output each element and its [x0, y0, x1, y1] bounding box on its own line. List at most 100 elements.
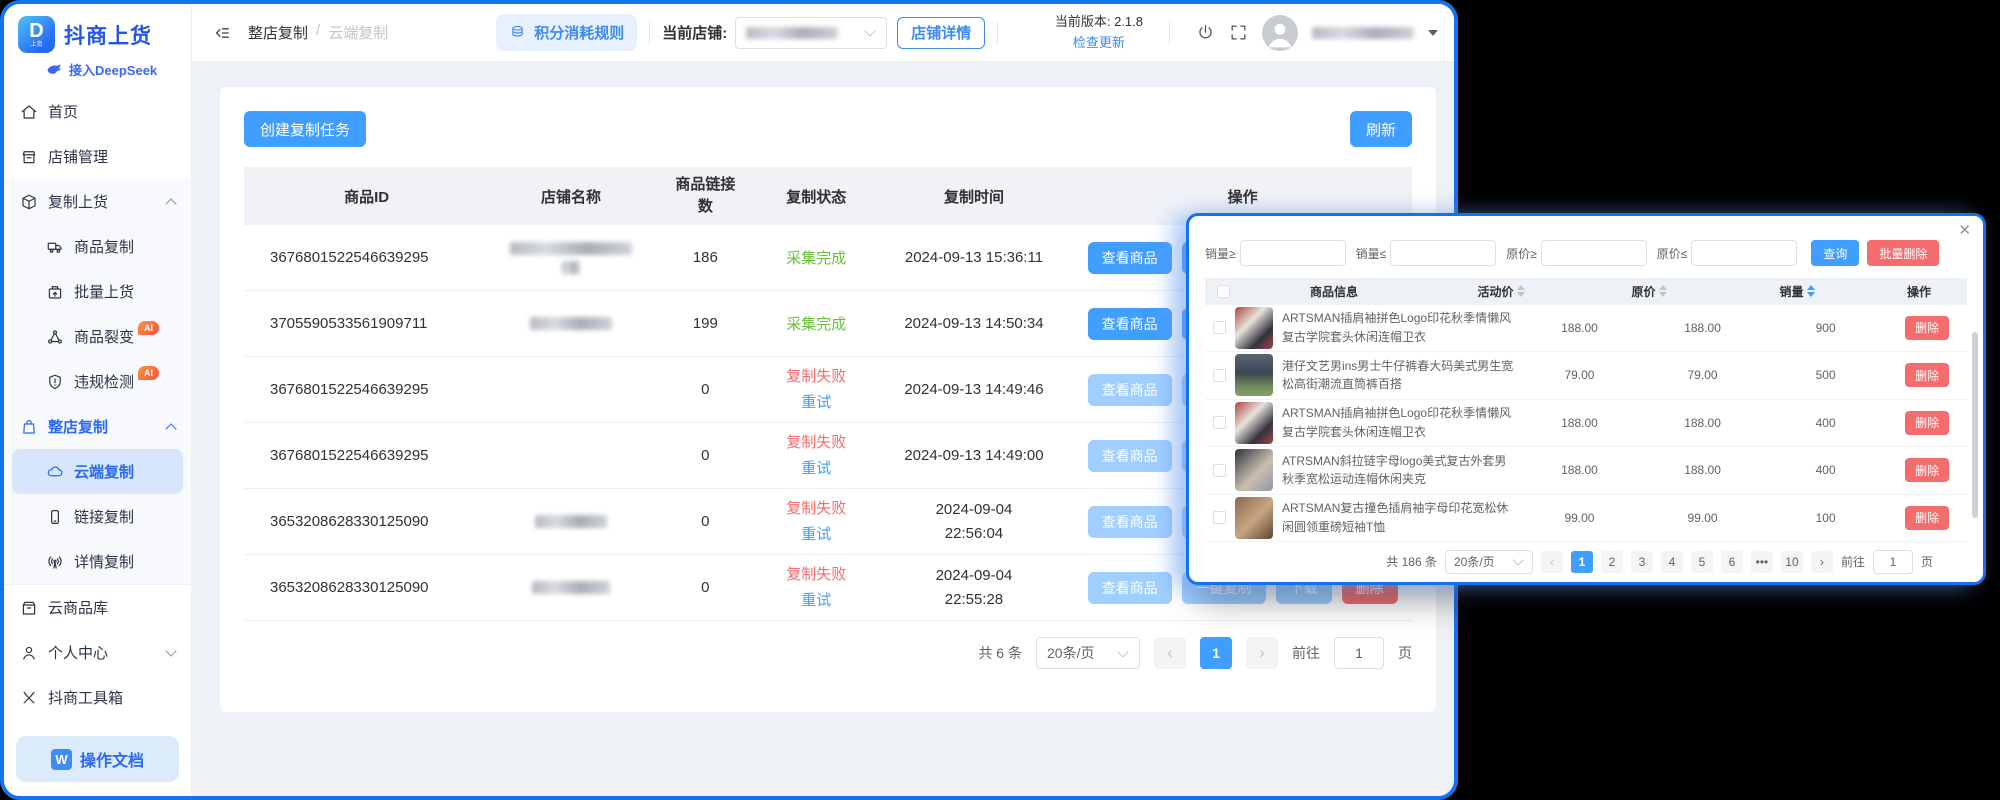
- col-link-count: 商品链接数: [653, 174, 758, 219]
- sidebar-item-whole-store-copy[interactable]: 整店复制: [4, 404, 191, 449]
- sidebar-item-link-copy[interactable]: 链接复制: [4, 494, 191, 539]
- create-copy-task-button[interactable]: 创建复制任务: [244, 111, 366, 147]
- page-number[interactable]: 1: [1571, 551, 1593, 573]
- next-page-button[interactable]: ›: [1246, 637, 1278, 669]
- price-max-input[interactable]: [1691, 240, 1797, 266]
- breadcrumb-whole-store-copy[interactable]: 整店复制: [248, 22, 308, 43]
- page-number[interactable]: 1: [1200, 637, 1232, 669]
- power-icon[interactable]: [1196, 23, 1215, 42]
- whole-store-copy-group: 整店复制 云端复制 链接复制 详情复制: [4, 404, 191, 585]
- retry-link[interactable]: 重试: [801, 456, 831, 482]
- chevron-down-icon: [865, 25, 876, 36]
- network-icon: [46, 328, 64, 346]
- retry-link[interactable]: 重试: [801, 588, 831, 614]
- page-number[interactable]: 3: [1631, 551, 1653, 573]
- sidebar-item-cloud-warehouse[interactable]: 云商品库: [4, 585, 191, 630]
- goto-page-input[interactable]: [1334, 637, 1384, 669]
- sidebar-item-home[interactable]: 首页: [4, 89, 191, 134]
- goto-page-input[interactable]: [1873, 550, 1913, 574]
- sidebar-item-toolbox[interactable]: 抖商工具箱: [4, 675, 191, 720]
- shop-select[interactable]: [735, 17, 887, 49]
- view-products-button[interactable]: 查看商品: [1088, 308, 1172, 340]
- retry-link[interactable]: 重试: [801, 390, 831, 416]
- delete-button[interactable]: 删除: [1905, 363, 1949, 387]
- sales-max-input[interactable]: [1390, 240, 1496, 266]
- bag-icon: [20, 418, 38, 436]
- col-original-price[interactable]: 原价: [1575, 283, 1723, 300]
- batch-delete-button[interactable]: 批量删除: [1867, 240, 1939, 266]
- username-blurred[interactable]: [1312, 27, 1414, 39]
- sidebar-item-product-fission[interactable]: 商品裂变 AI: [4, 314, 191, 359]
- collapse-sidebar-icon[interactable]: [212, 23, 232, 43]
- row-checkbox[interactable]: [1213, 321, 1226, 334]
- original-price: 188.00: [1641, 416, 1764, 430]
- next-page-button[interactable]: ›: [1811, 551, 1833, 573]
- delete-button[interactable]: 删除: [1905, 411, 1949, 435]
- sidebar-item-shop-manage[interactable]: 店铺管理: [4, 134, 191, 179]
- user-menu-caret-icon[interactable]: [1428, 30, 1438, 36]
- view-products-button[interactable]: 查看商品: [1088, 440, 1172, 472]
- col-activity-price[interactable]: 活动价: [1427, 283, 1575, 300]
- refresh-button[interactable]: 刷新: [1350, 111, 1412, 147]
- delete-button[interactable]: 删除: [1905, 458, 1949, 482]
- fullscreen-icon[interactable]: [1229, 23, 1248, 42]
- row-checkbox[interactable]: [1213, 511, 1226, 524]
- page-unit: 页: [1921, 553, 1933, 570]
- page-size-select[interactable]: 20条/页: [1036, 637, 1140, 669]
- chevron-down-icon: [1117, 646, 1128, 657]
- col-copy-time: 复制时间: [875, 186, 1074, 207]
- delete-button[interactable]: 删除: [1905, 316, 1949, 340]
- select-all-checkbox[interactable]: [1217, 285, 1230, 298]
- activity-price: 188.00: [1518, 321, 1641, 335]
- points-rule-button[interactable]: 积分消耗规则: [496, 14, 637, 51]
- sidebar-item-detail-copy[interactable]: 详情复制: [4, 539, 191, 584]
- delete-button[interactable]: 删除: [1905, 506, 1949, 530]
- page-unit: 页: [1398, 643, 1412, 663]
- warehouse-icon: [20, 599, 38, 617]
- sidebar-item-product-copy[interactable]: 商品复制: [4, 224, 191, 269]
- view-products-button[interactable]: 查看商品: [1088, 374, 1172, 406]
- status-failed: 复制失败: [786, 364, 846, 390]
- page-number[interactable]: 4: [1661, 551, 1683, 573]
- product-list-modal: ✕ 销量≥ 销量≤ 原价≥ 原价≤ 查询 批量删除 商品信息 活动价 原价 销量…: [1186, 213, 1986, 585]
- query-button[interactable]: 查询: [1811, 240, 1859, 266]
- view-products-button[interactable]: 查看商品: [1088, 572, 1172, 604]
- page-ellipsis[interactable]: •••: [1751, 551, 1773, 573]
- row-checkbox[interactable]: [1213, 416, 1226, 429]
- page-number[interactable]: 2: [1601, 551, 1623, 573]
- page-size-select[interactable]: 20条/页: [1445, 550, 1533, 574]
- status-failed: 复制失败: [786, 430, 846, 456]
- prev-page-button[interactable]: ‹: [1541, 551, 1563, 573]
- operation-doc-button[interactable]: W 操作文档: [16, 736, 179, 782]
- prev-page-button[interactable]: ‹: [1154, 637, 1186, 669]
- sidebar-item-cloud-copy[interactable]: 云端复制: [12, 449, 183, 494]
- close-icon[interactable]: ✕: [1958, 223, 1971, 238]
- scrollbar[interactable]: [1972, 332, 1978, 518]
- check-update-link[interactable]: 检查更新: [1055, 33, 1143, 53]
- view-products-button[interactable]: 查看商品: [1088, 242, 1172, 274]
- row-checkbox[interactable]: [1213, 464, 1226, 477]
- page-number[interactable]: 6: [1721, 551, 1743, 573]
- row-checkbox[interactable]: [1213, 369, 1226, 382]
- topbar-right: 当前版本: 2.1.8 检查更新: [1055, 12, 1438, 52]
- sidebar-item-personal-center[interactable]: 个人中心: [4, 630, 191, 675]
- package-icon: [20, 193, 38, 211]
- retry-link[interactable]: 重试: [801, 522, 831, 548]
- shop-detail-button[interactable]: 店铺详情: [897, 17, 985, 49]
- version-label: 当前版本: 2.1.8: [1055, 12, 1143, 32]
- activity-price: 99.00: [1518, 511, 1641, 525]
- deepseek-entry[interactable]: 接入DeepSeek: [4, 57, 191, 89]
- page-number[interactable]: 10: [1781, 551, 1803, 573]
- sales-count: 900: [1764, 321, 1887, 335]
- avatar[interactable]: [1262, 15, 1298, 51]
- sidebar-item-violation-check[interactable]: 违规检测 AI: [4, 359, 191, 404]
- sort-icon: [1517, 285, 1525, 297]
- sidebar-item-copy-upload[interactable]: 复制上货: [4, 179, 191, 224]
- sidebar-item-batch-upload[interactable]: 批量上货: [4, 269, 191, 314]
- original-price: 188.00: [1641, 463, 1764, 477]
- view-products-button[interactable]: 查看商品: [1088, 506, 1172, 538]
- page-number[interactable]: 5: [1691, 551, 1713, 573]
- price-min-input[interactable]: [1541, 240, 1647, 266]
- col-sales[interactable]: 销量: [1723, 283, 1871, 300]
- sales-min-input[interactable]: [1240, 240, 1346, 266]
